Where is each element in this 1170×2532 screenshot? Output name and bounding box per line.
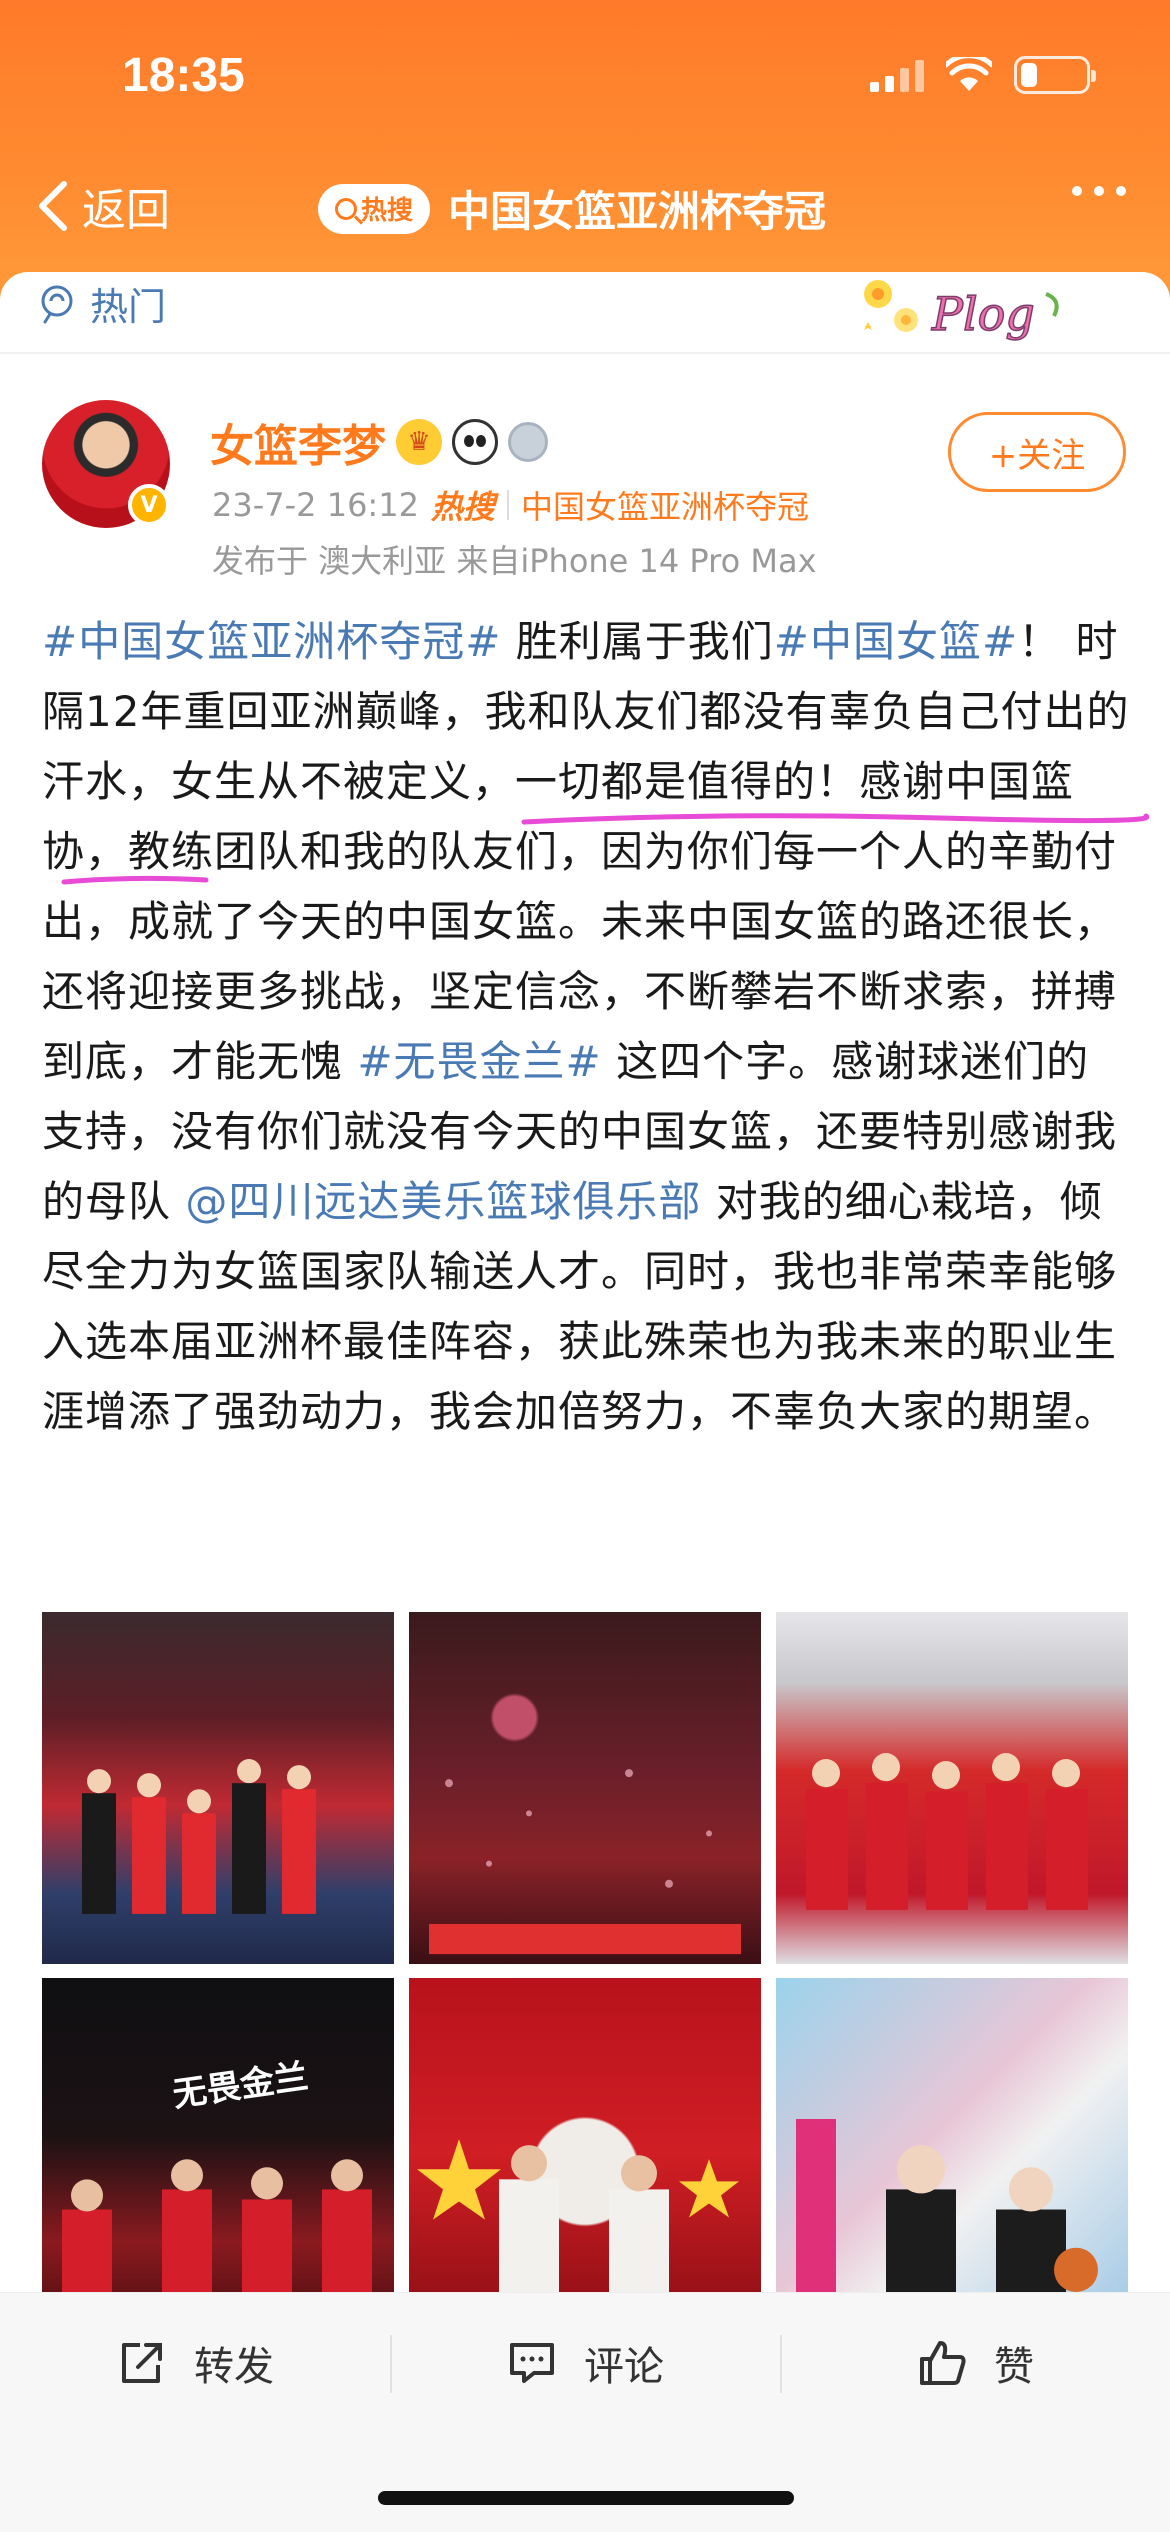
back-label: 返回 (82, 185, 170, 236)
post-link[interactable]: #中国女篮# (774, 617, 1018, 666)
search-icon (334, 197, 357, 220)
post-sheet: 热门 Plog V 女篮李梦 ♛ 23-7-2 16:12 热搜 中国女篮亚洲杯… (0, 272, 1170, 2532)
sticker-text: Plog (931, 287, 1035, 341)
nav-topic[interactable]: 热搜 中国女篮亚洲杯夺冠 (318, 178, 826, 239)
cellular-signal-icon (870, 58, 924, 92)
post-link[interactable]: #中国女篮亚洲杯夺冠# (42, 617, 501, 666)
topic-link[interactable]: 中国女篮亚洲杯夺冠 (521, 482, 809, 528)
photo-wuwei-jinlan[interactable]: 无畏金兰 (42, 1978, 394, 2330)
photo-illustration[interactable] (776, 1978, 1128, 2330)
battery-icon (1014, 56, 1096, 94)
photo-team-group[interactable] (776, 1612, 1128, 1964)
like-label: 赞 (994, 2344, 1034, 2390)
comment-label: 评论 (584, 2344, 664, 2390)
photo-overlay-text: 无畏金兰 (170, 2056, 311, 2116)
like-button[interactable]: 赞 (780, 2293, 1170, 2433)
highlight-underline (61, 875, 209, 885)
medal-badge-icon (508, 422, 548, 462)
more-options-icon[interactable] (1072, 186, 1126, 196)
meta-separator (506, 490, 509, 520)
action-bar: 转发 评论 赞 (0, 2292, 1170, 2532)
photo-award-ceremony[interactable] (42, 1612, 394, 1964)
hot-section-label: 热门 (38, 276, 166, 331)
wifi-icon (946, 57, 992, 91)
post-date: 23-7-2 16:12 (212, 486, 419, 524)
divider (0, 352, 1170, 354)
home-indicator[interactable] (378, 2491, 794, 2505)
status-icons (870, 56, 1096, 94)
repost-label: 转发 (194, 2344, 274, 2390)
hot-pill-label: 热搜 (360, 196, 413, 226)
hot-search-pill[interactable]: 热搜 (318, 183, 430, 234)
hot-label: 热门 (90, 285, 167, 329)
highlight-underline (521, 813, 1150, 825)
battery-level (1021, 63, 1037, 87)
share-icon (122, 2343, 162, 2383)
status-time: 18:35 (122, 49, 245, 102)
author-row: 女篮李梦 ♛ (210, 410, 548, 474)
post-meta: 23-7-2 16:12 热搜 中国女篮亚洲杯夺冠 (212, 482, 809, 528)
post-body: #中国女篮亚洲杯夺冠# 胜利属于我们#中国女篮#！ 时隔12年重回亚洲巅峰，我和… (42, 607, 1132, 1447)
plog-sticker: Plog (864, 280, 1059, 342)
post-link[interactable]: @四川远达美乐篮球俱乐部 (185, 1177, 701, 1226)
panda-badge-icon (452, 419, 498, 465)
follow-button[interactable]: +关注 (948, 412, 1126, 492)
back-button[interactable]: 返回 (36, 174, 170, 238)
author-name[interactable]: 女篮李梦 (210, 410, 386, 474)
comment-button[interactable]: 评论 (390, 2293, 780, 2433)
verified-badge-icon: V (128, 484, 170, 526)
post-source: 发布于 澳大利亚 来自iPhone 14 Pro Max (212, 542, 817, 580)
repost-button[interactable]: 转发 (0, 2293, 390, 2433)
photo-confetti-celebration[interactable] (409, 1612, 761, 1964)
post-link[interactable]: #无畏金兰# (357, 1037, 601, 1086)
header: 18:35 返回 热搜 中国女篮亚洲杯夺冠 (0, 0, 1170, 300)
hot-search-logo[interactable]: 热搜 (431, 482, 495, 528)
post-text-segment: 胜利属于我们 (501, 617, 774, 666)
nav-bar: 返回 热搜 中国女篮亚洲杯夺冠 (0, 160, 1170, 250)
photo-poster-stars[interactable] (409, 1978, 761, 2330)
location-hot-icon (41, 285, 73, 323)
crown-badge-icon: ♛ (396, 419, 442, 465)
chevron-left-icon (39, 181, 67, 231)
thumbs-up-icon (920, 2341, 966, 2385)
page-title: 中国女篮亚洲杯夺冠 (448, 187, 827, 236)
comment-icon (510, 2343, 554, 2383)
post-text-segment: ！ 时隔12年重回亚洲巅峰，我和队友们都没有辜负自己付出的汗水，女生从不被定义，… (42, 617, 1130, 1086)
